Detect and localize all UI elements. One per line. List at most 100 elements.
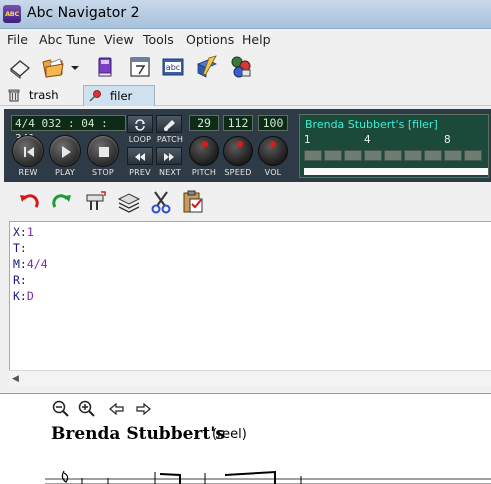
window-title: Abc Navigator 2 <box>27 5 140 21</box>
header-key: K: <box>13 289 27 303</box>
abc-icon[interactable]: abc <box>160 54 186 80</box>
bar-cell <box>404 150 422 161</box>
trash-icon <box>8 89 20 102</box>
next-button[interactable] <box>156 147 182 165</box>
editor-toolbar <box>0 185 491 219</box>
bar-number-1: 1 <box>304 134 311 146</box>
rewind-icon <box>24 147 34 157</box>
menu-tools[interactable]: Tools <box>143 32 174 47</box>
edit-pencil-icon[interactable] <box>194 54 220 80</box>
app-icon: ABC <box>3 5 21 23</box>
undo-icon[interactable] <box>16 189 42 215</box>
stop-icon <box>99 147 109 157</box>
play-icon <box>62 146 71 158</box>
bar-cell <box>324 150 342 161</box>
score-subtitle: (reel) <box>212 427 247 442</box>
stop-label: STOP <box>92 168 114 177</box>
rewind-button[interactable] <box>12 135 44 167</box>
abc-icon-text: abc <box>166 63 180 72</box>
editor-line: T: <box>13 240 27 256</box>
pitch-value: 29 <box>189 115 219 131</box>
header-key: M: <box>13 257 27 271</box>
speed-value: 112 <box>223 115 253 131</box>
bar-cell <box>364 150 382 161</box>
patch-icon <box>164 120 175 131</box>
menu-abc-tune[interactable]: Abc Tune <box>39 32 96 47</box>
header-key: X: <box>13 225 27 239</box>
menu-help[interactable]: Help <box>242 32 271 47</box>
loop-icon <box>135 119 145 131</box>
volume-knob[interactable] <box>258 136 288 166</box>
display-title: Brenda Stubbert's [filer] <box>305 118 438 131</box>
eraser-icon[interactable] <box>7 54 33 80</box>
bar-cell <box>444 150 462 161</box>
player-panel: 4/4 032 : 04 : 341 REW PLAY STOP LOOP PA… <box>4 109 491 182</box>
next-icon <box>164 153 174 161</box>
open-folder-icon[interactable] <box>40 54 66 80</box>
editor-line: M:4/4 <box>13 256 48 272</box>
pin-icon <box>89 90 101 102</box>
loop-button[interactable] <box>127 115 153 133</box>
tab-trash[interactable]: trash <box>3 85 79 106</box>
stop-button[interactable] <box>87 135 119 167</box>
abc-navigator-window: ABC Abc Navigator 2 File Abc Tune View T… <box>0 0 491 484</box>
editor-line: X:1 <box>13 224 34 240</box>
speed-label: SPEED <box>224 168 252 177</box>
redo-icon[interactable] <box>49 189 75 215</box>
bar-cell <box>344 150 362 161</box>
scissors-icon[interactable] <box>148 189 174 215</box>
zoom-out-icon[interactable] <box>52 400 70 418</box>
header-value: 4/4 <box>26 257 48 271</box>
page-next-icon[interactable] <box>134 400 152 418</box>
abc-text-editor[interactable]: X:1 T: M:4/4 R: K:D <box>9 221 491 385</box>
play-button[interactable] <box>49 135 81 167</box>
pitch-label: PITCH <box>191 168 217 177</box>
prev-icon <box>135 153 145 161</box>
header-key: R: <box>13 273 27 287</box>
pitch-knob[interactable] <box>189 136 219 166</box>
music-staff <box>45 470 491 484</box>
menu-options[interactable]: Options <box>186 32 234 47</box>
prev-label: PREV <box>129 168 151 177</box>
book-icon[interactable] <box>92 54 118 80</box>
vol-label: VOL <box>264 168 282 177</box>
bar-number-8: 8 <box>444 134 451 146</box>
menu-file[interactable]: File <box>7 32 28 47</box>
title-bar: ABC Abc Navigator 2 <box>0 0 491 29</box>
bar-cell <box>464 150 482 161</box>
tab-filer[interactable]: filer <box>83 85 155 106</box>
play-label: PLAY <box>54 168 75 177</box>
tab-trash-label: trash <box>29 88 59 102</box>
next-label: NEXT <box>158 168 182 177</box>
rew-label: REW <box>18 168 38 177</box>
header-value: 1 <box>26 225 34 239</box>
loop-label: LOOP <box>128 135 152 144</box>
dropdown-arrow-icon[interactable] <box>68 54 82 80</box>
progress-track <box>304 168 488 175</box>
transpose-icon[interactable] <box>83 189 109 215</box>
scroll-left-icon[interactable]: ◀ <box>12 374 19 384</box>
bar-cell <box>304 150 322 161</box>
tools-icon[interactable] <box>228 54 254 80</box>
speed-knob[interactable] <box>223 136 253 166</box>
volume-value: 100 <box>258 115 288 131</box>
header-value: D <box>26 289 34 303</box>
header-key: T: <box>13 241 27 255</box>
layers-icon[interactable] <box>116 189 142 215</box>
bar-cells <box>304 150 488 162</box>
prev-button[interactable] <box>127 147 153 165</box>
zoom-in-icon[interactable] <box>78 400 96 418</box>
editor-line: K:D <box>13 288 34 304</box>
position-display: 4/4 032 : 04 : 341 <box>11 115 126 145</box>
calendar-icon[interactable] <box>127 54 153 80</box>
score-title: Brenda Stubbert's <box>51 424 225 444</box>
clipboard-icon[interactable] <box>180 189 206 215</box>
editor-horizontal-scrollbar[interactable]: ◀ <box>9 370 491 386</box>
menu-bar: File Abc Tune View Tools Options Help <box>0 30 491 50</box>
page-prev-icon[interactable] <box>108 400 126 418</box>
tab-strip: trash filer <box>0 85 491 106</box>
menu-view[interactable]: View <box>104 32 134 47</box>
bar-number-4: 4 <box>364 134 371 146</box>
patch-button[interactable] <box>156 115 182 133</box>
tune-display: Brenda Stubbert's [filer] 1 4 8 <box>299 114 489 178</box>
